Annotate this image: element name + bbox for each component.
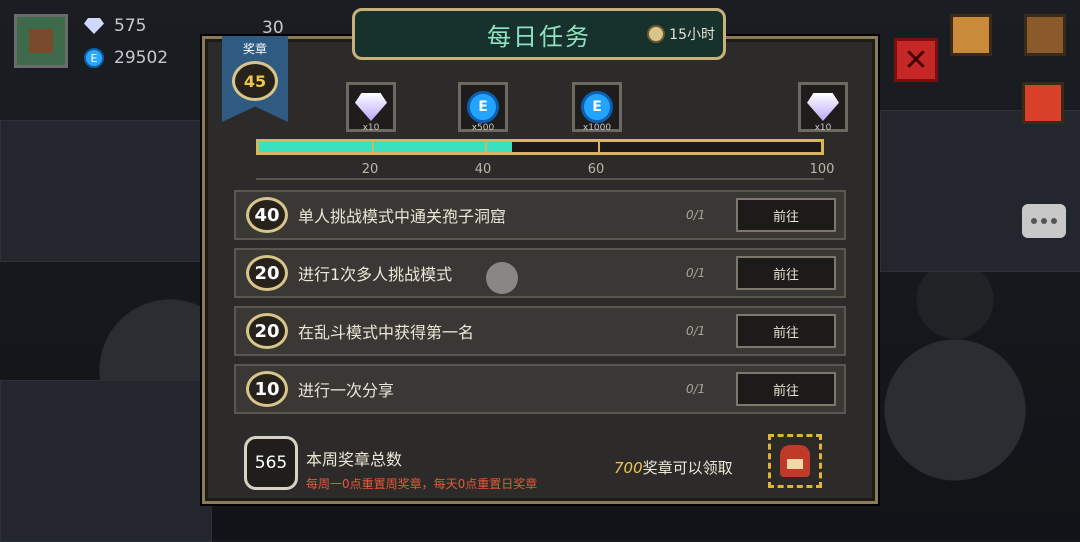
gem-icon: [84, 18, 104, 34]
claim-amount: 700: [614, 459, 643, 477]
claim-label: 奖章可以领取: [642, 459, 733, 477]
coin-count: 29502: [114, 48, 169, 68]
task-row: 20 进行1次多人挑战模式 0/1 前往: [234, 248, 846, 298]
task-count: 0/1: [686, 324, 706, 338]
title-plate: 每日任务 15小时: [352, 8, 726, 60]
reset-note: 每周一0点重置周奖章，每天0点重置日奖章: [306, 477, 538, 491]
diamond-icon: [355, 93, 387, 121]
claim-text: 700奖章可以领取: [614, 457, 733, 478]
weekly-summary: 565 本周奖章总数 每周一0点重置周奖章，每天0点重置日奖章 700奖章可以领…: [234, 430, 846, 492]
task-points: 40: [246, 197, 288, 233]
task-text: 在乱斗模式中获得第一名: [298, 323, 475, 342]
weekly-title: 本周奖章总数: [306, 450, 403, 469]
task-points: 10: [246, 371, 288, 407]
task-row: 40 单人挑战模式中通关孢子洞窟 0/1 前往: [234, 190, 846, 240]
reward-slot[interactable]: E x500: [458, 82, 508, 133]
daily-medal-count: 45: [232, 61, 278, 101]
reward-qty: x10: [362, 123, 380, 133]
progress-tick: 40: [474, 162, 492, 177]
gem-counter: 575: [84, 16, 146, 36]
progress-marker: [598, 139, 600, 155]
panel-title: 每日任务: [487, 22, 591, 51]
task-points: 20: [246, 313, 288, 349]
e-coin-icon: E: [581, 91, 613, 123]
weekly-medal-total: 565: [244, 436, 298, 490]
go-button[interactable]: 前往: [736, 314, 836, 348]
task-row: 20 在乱斗模式中获得第一名 0/1 前往: [234, 306, 846, 356]
coin-icon: E: [84, 48, 104, 68]
chat-icon[interactable]: [1022, 204, 1066, 238]
reward-slot[interactable]: x10: [346, 82, 396, 133]
reward-slot[interactable]: E x1000: [572, 82, 622, 133]
power-icon[interactable]: [1024, 14, 1066, 56]
reward-slot[interactable]: x10: [798, 82, 848, 133]
task-points: 20: [246, 255, 288, 291]
gift-icon[interactable]: [1022, 82, 1064, 124]
go-button[interactable]: 前往: [736, 198, 836, 232]
gem-count: 575: [114, 16, 147, 36]
progress-tick: 100: [809, 162, 835, 177]
close-button[interactable]: ✕: [894, 38, 938, 82]
progress-fill: [259, 142, 512, 152]
scale-rule: [256, 178, 824, 180]
progress-marker: [485, 139, 487, 155]
task-count: 0/1: [686, 382, 706, 396]
character-reward-icon: [780, 445, 810, 477]
go-button[interactable]: 前往: [736, 256, 836, 290]
diamond-icon: [807, 93, 839, 121]
floor-tile: [880, 110, 1080, 272]
progress-bar: [256, 139, 824, 155]
timer-text: 15小时: [669, 27, 715, 43]
weekly-reward-slot[interactable]: [768, 434, 822, 488]
clock-icon: [647, 25, 666, 43]
touch-indicator: [486, 262, 518, 294]
task-text: 单人挑战模式中通关孢子洞窟: [298, 207, 507, 226]
go-button[interactable]: 前往: [736, 372, 836, 406]
floor-tile: [0, 380, 212, 542]
ribbon-label: 奖章: [242, 42, 267, 56]
task-count: 0/1: [686, 208, 706, 222]
progress-tick: 20: [361, 162, 379, 177]
e-coin-icon: E: [467, 91, 499, 123]
floor-tile: [0, 120, 202, 262]
reward-qty: x1000: [582, 123, 612, 133]
hud-extra-count: 30: [262, 18, 284, 38]
coin-counter: E 29502: [84, 48, 168, 68]
reward-qty: x10: [814, 123, 832, 133]
chest-icon[interactable]: [950, 14, 992, 56]
player-avatar[interactable]: [14, 14, 68, 68]
progress-marker: [372, 139, 374, 155]
task-count: 0/1: [686, 266, 706, 280]
reward-qty: x500: [471, 123, 495, 133]
reset-timer: 15小时: [647, 24, 715, 44]
progress-tick: 60: [587, 162, 605, 177]
task-row: 10 进行一次分享 0/1 前往: [234, 364, 846, 414]
task-text: 进行一次分享: [298, 381, 395, 400]
